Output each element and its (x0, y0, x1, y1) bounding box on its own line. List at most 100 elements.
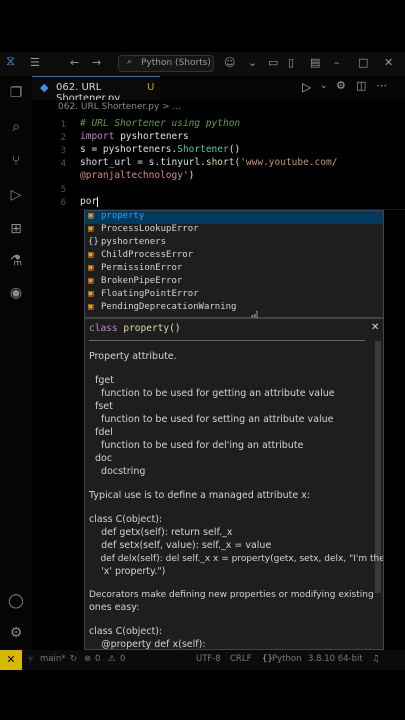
error-count[interactable]: 0 (95, 654, 100, 664)
suggestion-item[interactable]: ▣ FloatingPointError (85, 289, 383, 302)
suggestion-label: property (101, 211, 145, 221)
layout-panel-icon[interactable]: ▭ (268, 56, 278, 69)
search-icon: ⌕ (127, 57, 133, 67)
close-window-icon[interactable]: ✕ (384, 56, 393, 69)
code-text: ) (188, 170, 195, 181)
testing-icon[interactable]: ⚗ (7, 252, 25, 270)
line-number: 4 (60, 159, 66, 169)
module-name: pyshorteners (120, 131, 189, 142)
status-bar: ✕ ⑂ main* ↻ ⊗ 0 ⚠ 0 UTF-8 CRLF {} Python… (0, 650, 405, 670)
string-literal: @pranjaltechnology' (80, 170, 189, 181)
doc-paragraph: ones easy: (89, 602, 140, 613)
suggestion-item[interactable]: ▣ PendingDeprecationWarning (85, 302, 383, 315)
doc-param-desc: function to be used for del'ing an attri… (95, 440, 304, 451)
autocomplete-suggestions[interactable]: ▣ property ▣ ProcessLookupError {} pyshorte… (84, 210, 384, 318)
run-icon[interactable]: ▷ (302, 80, 311, 94)
code-text: () (169, 323, 181, 334)
layout-sidebar-icon[interactable]: ▯ (288, 56, 294, 69)
explorer-icon[interactable]: ❐ (7, 84, 25, 102)
minimize-icon[interactable]: – (334, 56, 340, 69)
doc-title: Property attribute. (89, 351, 177, 362)
sync-icon[interactable]: ↻ (70, 654, 77, 664)
language-mode[interactable]: Python (272, 654, 301, 664)
doc-code: def getx(self): return self._x (89, 527, 233, 538)
keyword: import (80, 131, 115, 142)
code-text: s = pyshorteners. (80, 144, 178, 155)
python-file-icon: ◆ (40, 81, 49, 94)
doc-param: fdel (95, 427, 113, 438)
doc-paragraph: Decorators make defining new properties … (89, 590, 374, 600)
suggestion-item[interactable]: {} pyshorteners (85, 237, 383, 250)
interpreter-version[interactable]: 3.8.10 64-bit (308, 654, 363, 664)
documentation-panel[interactable]: class property() ✕ Property attribute. f… (84, 318, 384, 650)
suggestion-label: ProcessLookupError (101, 224, 199, 234)
divider (89, 340, 365, 341)
suggestion-item[interactable]: ▣ BrokenPipeError (85, 276, 383, 289)
forward-arrow-icon[interactable]: → (92, 56, 101, 69)
keyword: class (89, 323, 118, 334)
class-icon: ▣ (88, 211, 94, 221)
more-actions-icon[interactable]: ⋯ (376, 79, 387, 92)
suggestion-label: BrokenPipeError (101, 276, 183, 286)
doc-paragraph: Typical use is to define a managed attri… (89, 490, 311, 501)
run-debug-icon[interactable]: ▷ (7, 186, 25, 204)
suggestion-label: PendingDeprecationWarning (101, 302, 237, 312)
back-arrow-icon[interactable]: ← (70, 56, 79, 69)
line-number: 3 (60, 146, 66, 156)
menu-icon[interactable]: ☰ (30, 56, 40, 69)
suggestion-item[interactable]: ▣ PermissionError (85, 263, 383, 276)
encoding[interactable]: UTF-8 (196, 654, 221, 664)
doc-param: fget (95, 375, 114, 386)
line-ending[interactable]: CRLF (230, 654, 251, 664)
doc-signature: class property() (89, 323, 181, 334)
warning-icon: ⚠ (108, 654, 116, 664)
class-icon: ▣ (88, 224, 94, 234)
maximize-icon[interactable]: □ (358, 56, 368, 69)
suggestion-item[interactable]: ▣ ChildProcessError (85, 250, 383, 263)
class-name: Shortener (177, 144, 229, 155)
account-icon[interactable]: ◯ (7, 592, 25, 610)
code-line-current: por (80, 196, 99, 207)
activity-bar: ❐ ⌕ ⑂ ▷ ⊞ ⚗ ◉ ◯ ⚙ (0, 76, 32, 650)
code-line-wrapped: @pranjaltechnology') (80, 170, 194, 181)
function-name: short (205, 157, 235, 168)
text-cursor (97, 196, 99, 207)
breadcrumb[interactable]: 062. URL Shortener.py > ... (32, 100, 405, 116)
class-icon: ▣ (88, 289, 94, 299)
suggestion-item[interactable]: ▣ property (85, 211, 383, 224)
code-text: short_url = s.tinyurl. (80, 157, 206, 168)
run-chevron-icon[interactable]: ⌄ (320, 81, 328, 91)
branch-icon: ⑂ (28, 654, 34, 664)
code-line-import: import pyshorteners (80, 131, 189, 142)
doc-code: @property def x(self): (89, 639, 206, 650)
doc-param: fset (95, 401, 113, 412)
class-icon: ▣ (88, 302, 94, 312)
settings-sync-icon[interactable]: ⚙ (336, 79, 346, 92)
doc-param-desc: docstring (95, 466, 146, 477)
suggestion-label: FloatingPointError (101, 289, 199, 299)
split-editor-icon[interactable]: ◫ (356, 79, 366, 92)
suggestion-item[interactable]: ▣ ProcessLookupError (85, 224, 383, 237)
bell-icon[interactable]: ♫ (372, 654, 380, 664)
remote-icon[interactable]: ✕ (0, 650, 22, 670)
extensions-icon[interactable]: ⊞ (7, 220, 25, 238)
warning-count[interactable]: 0 (120, 654, 125, 664)
close-icon[interactable]: ✕ (371, 322, 379, 333)
search-icon[interactable]: ⌕ (7, 118, 25, 136)
customize-layout-icon[interactable]: ▤ (310, 56, 320, 69)
error-icon: ⊗ (84, 654, 92, 664)
gear-icon[interactable]: ⚙ (7, 624, 25, 642)
tab-url-shortener[interactable]: ◆ 062. URL Shortener.py U (32, 76, 160, 104)
command-center-search[interactable]: ⌕ Python (Shorts) (118, 55, 214, 72)
remote-explorer-icon[interactable]: ◉ (7, 284, 25, 302)
source-control-icon[interactable]: ⑂ (7, 152, 25, 170)
doc-code: def delx(self): del self._x x = property… (89, 554, 384, 564)
doc-param: doc (95, 453, 113, 464)
class-icon: ▣ (88, 263, 94, 273)
chevron-down-icon[interactable]: ⌄ (248, 56, 257, 69)
branch-name[interactable]: main* (40, 654, 66, 664)
copilot-icon[interactable]: ☺ (224, 56, 235, 69)
module-icon: {} (88, 237, 99, 247)
code-line-comment: # URL Shortener using python (80, 118, 241, 129)
line-number: 5 (60, 185, 66, 195)
